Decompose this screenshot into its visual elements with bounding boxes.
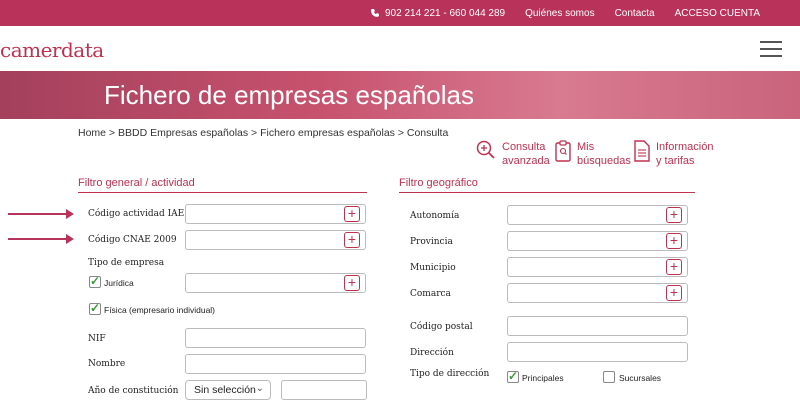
- nav-about[interactable]: Quiénes somos: [525, 8, 594, 19]
- municipality-field[interactable]: [507, 257, 688, 277]
- advanced-label-2: avanzada: [502, 155, 550, 167]
- fisica-label: Física (empresario individual): [104, 305, 216, 315]
- clipboard-icon: [555, 140, 571, 162]
- cnae-add-button[interactable]: +: [344, 232, 360, 248]
- annotation-arrow-iae: [8, 209, 74, 219]
- address-label: Dirección: [410, 348, 454, 358]
- info-label-2: y tarifas: [656, 155, 695, 167]
- nif-field[interactable]: [185, 328, 366, 348]
- breadcrumb[interactable]: Home > BBDD Empresas españolas > Fichero…: [78, 127, 448, 139]
- company-type-label: Tipo de empresa: [88, 258, 165, 268]
- province-add-button[interactable]: +: [666, 233, 682, 249]
- name-label: Nombre: [88, 359, 126, 369]
- autonomy-label: Autonomía: [410, 211, 460, 221]
- top-bar: 902 214 221 - 660 044 289 Quiénes somos …: [0, 0, 800, 26]
- address-type-label: Tipo de dirección: [410, 369, 490, 379]
- info-pricing-link[interactable]: Información y tarifas: [634, 140, 713, 168]
- phone-icon: [370, 9, 379, 17]
- comarca-label: Comarca: [410, 289, 451, 299]
- menu-icon[interactable]: [760, 41, 782, 57]
- municipality-add-button[interactable]: +: [666, 259, 682, 275]
- cnae-label: Código CNAE 2009: [88, 235, 177, 245]
- document-info-icon: [634, 140, 650, 162]
- iae-add-button[interactable]: +: [344, 206, 360, 222]
- cnae-field[interactable]: [185, 230, 366, 250]
- searches-label-1: Mis: [577, 141, 595, 153]
- sucursales-checkbox[interactable]: [603, 371, 615, 383]
- page-banner: Fichero de empresas españolas: [0, 71, 800, 119]
- province-label: Provincia: [410, 237, 453, 247]
- iae-label: Código actividad IAE: [88, 209, 185, 219]
- geo-filter-title: Filtro geográfico: [399, 177, 695, 193]
- founding-year-value: Sin selección: [194, 384, 256, 396]
- comarca-field[interactable]: [507, 283, 688, 303]
- juridica-field[interactable]: [185, 273, 366, 293]
- comarca-add-button[interactable]: +: [666, 285, 682, 301]
- founding-year-select[interactable]: Sin selección ⌄: [185, 380, 271, 400]
- fisica-checkbox[interactable]: [89, 301, 101, 315]
- juridica-label: Jurídica: [104, 278, 134, 288]
- name-field[interactable]: [185, 354, 366, 374]
- header: camerdata: [0, 26, 800, 71]
- juridica-checkbox[interactable]: [89, 274, 101, 288]
- info-label-1: Información: [656, 141, 714, 153]
- juridica-add-button[interactable]: +: [344, 275, 360, 291]
- address-field[interactable]: [507, 342, 688, 362]
- sucursales-label: Sucursales: [619, 373, 662, 383]
- annotation-arrow-cnae: [8, 234, 74, 244]
- general-filter-title: Filtro general / actividad: [78, 177, 367, 193]
- my-searches-link[interactable]: Mis búsquedas: [555, 140, 631, 168]
- principales-checkbox[interactable]: [507, 369, 519, 383]
- founding-year-field[interactable]: [281, 380, 367, 400]
- nav-account[interactable]: ACCESO CUENTA: [675, 8, 760, 19]
- autonomy-field[interactable]: [507, 205, 688, 225]
- nav-contact[interactable]: Contacta: [615, 8, 655, 19]
- principales-label: Principales: [522, 373, 564, 383]
- autonomy-add-button[interactable]: +: [666, 207, 682, 223]
- phone-number: 902 214 221 - 660 044 289: [384, 7, 506, 19]
- nif-label: NIF: [88, 334, 106, 344]
- logo[interactable]: camerdata: [0, 38, 104, 62]
- postal-code-field[interactable]: [507, 316, 688, 336]
- searches-label-2: búsquedas: [577, 155, 631, 167]
- advanced-label-1: Consulta: [502, 141, 546, 153]
- chevron-down-icon: ⌄: [255, 383, 264, 394]
- search-plus-icon: [476, 140, 495, 159]
- advanced-search-link[interactable]: Consulta avanzada: [476, 140, 550, 168]
- municipality-label: Municipio: [410, 263, 456, 273]
- page-title: Fichero de empresas españolas: [104, 80, 474, 110]
- iae-field[interactable]: [185, 204, 366, 224]
- postal-code-label: Código postal: [410, 322, 473, 332]
- phone-contact[interactable]: 902 214 221 - 660 044 289: [370, 8, 505, 19]
- founding-year-label: Año de constitución: [88, 386, 179, 396]
- province-field[interactable]: [507, 231, 688, 251]
